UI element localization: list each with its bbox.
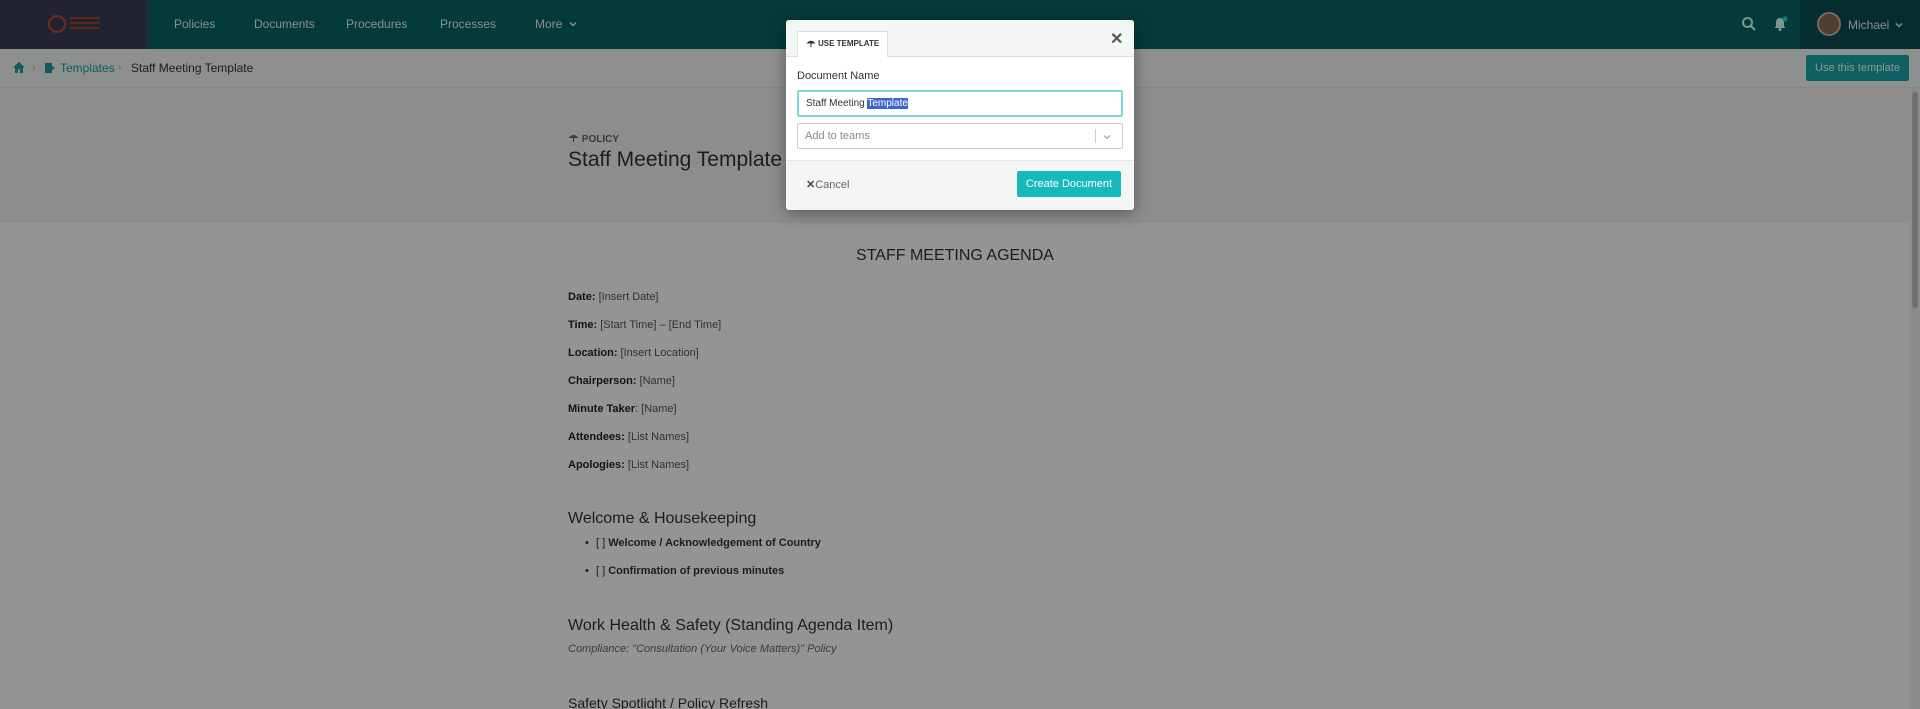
- modal-tab-label: USE TEMPLATE: [818, 39, 880, 48]
- select-divider: [1095, 129, 1096, 143]
- create-document-button[interactable]: Create Document: [1017, 171, 1121, 197]
- document-name-input[interactable]: Staff Meeting Template: [797, 90, 1123, 117]
- modal-header: USE TEMPLATE ✕: [786, 20, 1134, 57]
- close-icon[interactable]: ✕: [1110, 29, 1123, 49]
- cancel-button[interactable]: ✕Cancel: [806, 178, 849, 191]
- teams-placeholder: Add to teams: [805, 130, 870, 142]
- use-template-modal: USE TEMPLATE ✕ Document Name Staff Meeti…: [786, 20, 1134, 210]
- teams-select[interactable]: Add to teams: [797, 123, 1123, 149]
- chevron-down-icon[interactable]: [1103, 133, 1111, 141]
- umbrella-icon: [806, 40, 816, 48]
- document-name-label: Document Name: [797, 70, 880, 82]
- modal-footer: ✕Cancel Create Document: [786, 160, 1134, 210]
- close-icon: ✕: [806, 179, 816, 191]
- modal-tab[interactable]: USE TEMPLATE: [797, 31, 889, 57]
- input-selected-text: Template: [867, 98, 908, 109]
- input-text: Staff Meeting: [806, 98, 868, 109]
- cancel-label: Cancel: [815, 179, 850, 191]
